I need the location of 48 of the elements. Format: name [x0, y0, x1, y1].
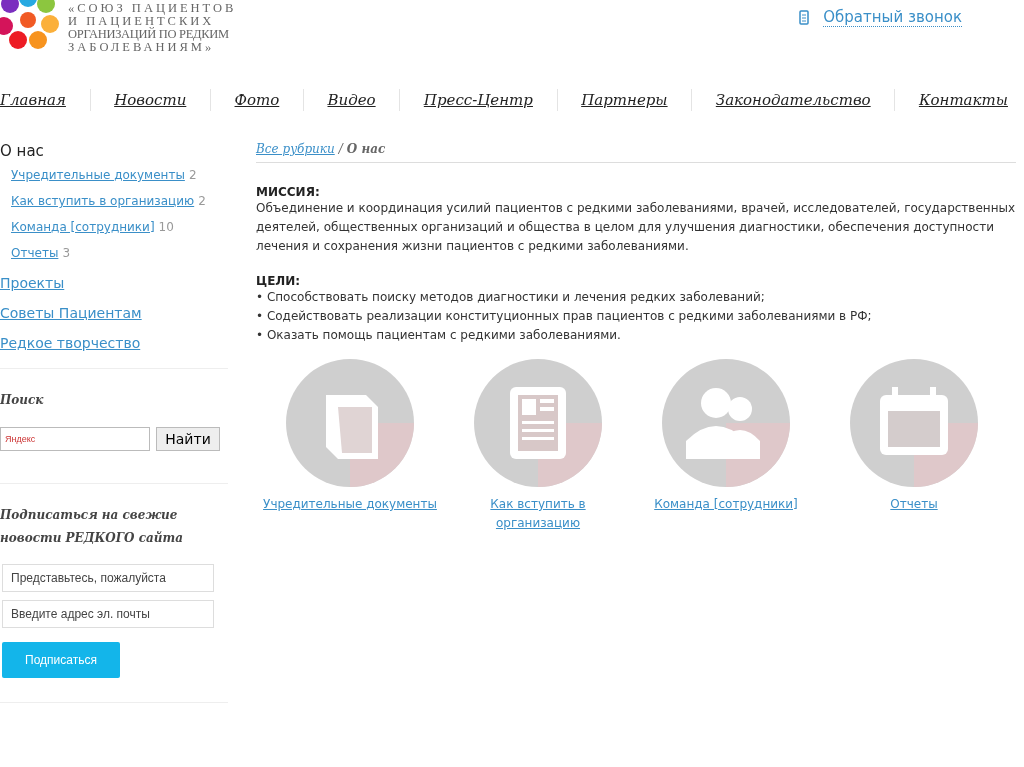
search-field[interactable]: Яндекс: [0, 427, 150, 451]
people-icon[interactable]: [662, 359, 790, 487]
breadcrumb-current: О нас: [346, 142, 386, 156]
sidebar-item[interactable]: Отчеты: [11, 246, 59, 260]
sidebar-title: О нас: [0, 142, 45, 160]
phone-icon: [799, 9, 810, 25]
form-icon[interactable]: [474, 359, 602, 487]
sidebar-link[interactable]: Проекты: [0, 275, 228, 291]
goal-item: • Способствовать поиску методов диагностики и лечения редких заболеваний;: [256, 289, 766, 306]
sidebar-link[interactable]: Редкое творчество: [0, 335, 228, 351]
sidebar-item[interactable]: Учредительные документы: [11, 168, 185, 182]
item-count: 2: [198, 194, 206, 208]
tile-link[interactable]: Как вступить в организацию: [478, 495, 598, 533]
subscribe-button[interactable]: Подписаться: [2, 642, 120, 678]
nav-link[interactable]: Законодательство: [715, 91, 871, 109]
goals-heading: ЦЕЛИ:: [256, 274, 302, 288]
item-count: 2: [188, 168, 197, 182]
tile-link[interactable]: Отчеты: [890, 495, 938, 514]
book-icon[interactable]: [286, 359, 414, 487]
callback-link[interactable]: Обратный звонок: [823, 7, 962, 27]
item-count: 3: [62, 246, 70, 260]
subscribe-heading: Подписаться на свежие новости РЕДКОГО сайта: [0, 507, 184, 547]
nav-link[interactable]: Главная: [0, 91, 66, 109]
nav-link[interactable]: Фото: [234, 91, 280, 109]
calendar-icon[interactable]: [850, 359, 978, 487]
sidebar-link[interactable]: Советы Пациентам: [0, 305, 228, 321]
mission-heading: МИССИЯ:: [256, 185, 321, 199]
nav-link[interactable]: Контакты: [918, 91, 1008, 109]
item-count: 10: [158, 220, 174, 234]
mission-text: Объединение и координация усилий пациентов с редкими заболеваниями, врачей, исследователей, государственных деятелей, общественных организаций и общества в целом для улучшения диагностики, обеспечения доступности лечения и сохранения жизни пациентов с редкими заболеваниями.: [256, 200, 1016, 255]
goal-item: • Оказать помощь пациентам с редкими заболеваниями.: [256, 327, 622, 344]
nav-link[interactable]: Пресс-Центр: [423, 91, 533, 109]
name-field[interactable]: Представьтесь, пожалуйста: [2, 564, 214, 592]
sidebar-item[interactable]: Как вступить в организацию: [11, 194, 195, 208]
nav-link[interactable]: Видео: [327, 91, 376, 109]
breadcrumb-separator: /: [338, 142, 343, 156]
email-field[interactable]: Введите адрес эл. почты: [2, 600, 214, 628]
search-heading: Поиск: [0, 393, 45, 407]
tile-link[interactable]: Учредительные документы: [263, 495, 437, 514]
nav-link[interactable]: Партнеры: [581, 91, 668, 109]
search-button[interactable]: Найти: [156, 427, 220, 451]
tile-link[interactable]: Команда [сотрудники]: [654, 495, 798, 514]
nav-link[interactable]: Новости: [114, 91, 187, 109]
sidebar-item[interactable]: Команда [сотрудники]: [11, 220, 155, 234]
breadcrumb-link[interactable]: Все рубрики: [256, 142, 335, 156]
logo-text: «СОЮЗ ПАЦИЕНТОВ И ПАЦИЕНТСКИХ ОРГАНИЗАЦИЙ ПО РЕДКИМ ЗАБОЛЕВАНИЯМ»: [68, 2, 237, 54]
flower-logo-icon: [0, 0, 62, 52]
goal-item: • Содействовать реализации конституционных прав пациентов с редкими заболеваниями в РФ;: [256, 308, 873, 325]
